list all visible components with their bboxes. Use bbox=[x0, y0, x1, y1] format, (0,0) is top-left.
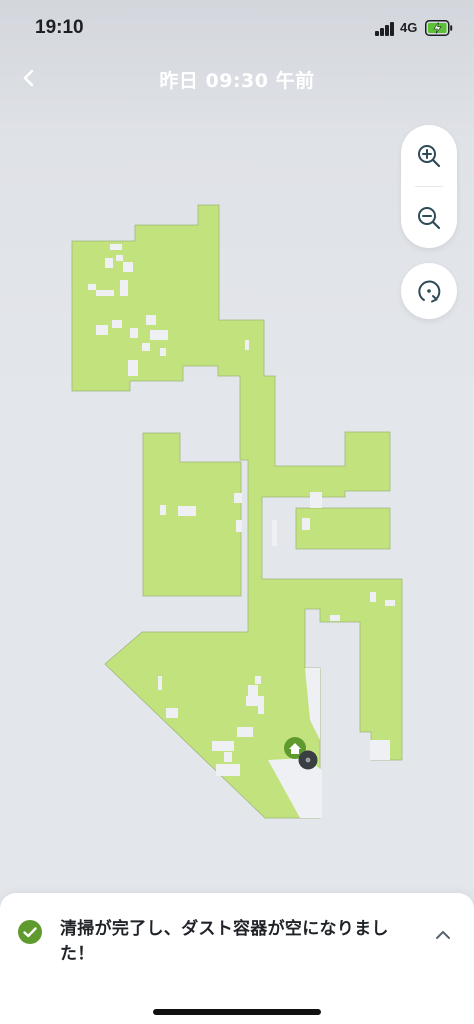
chevron-up-icon bbox=[436, 931, 450, 939]
home-indicator[interactable] bbox=[153, 1009, 321, 1015]
cleaned-area bbox=[71, 204, 403, 819]
cleaning-complete-message: 清掃が完了し、ダスト容器が空になりました！ bbox=[60, 919, 389, 964]
expand-button[interactable] bbox=[428, 920, 458, 950]
zoom-out-icon bbox=[418, 206, 441, 229]
rotate-map-button[interactable] bbox=[401, 263, 457, 319]
rotate-icon bbox=[418, 280, 441, 303]
check-circle-icon bbox=[18, 920, 42, 944]
zoom-controls bbox=[401, 125, 457, 248]
map-screen: 19:10 4G 昨日 09:30 午前 清掃が完了し、ダスト容器が空になりまし… bbox=[0, 0, 474, 1024]
zoom-out-button[interactable] bbox=[401, 187, 457, 248]
zoom-in-button[interactable] bbox=[401, 125, 457, 186]
robot-marker bbox=[298, 750, 318, 770]
zoom-in-icon bbox=[418, 144, 441, 167]
